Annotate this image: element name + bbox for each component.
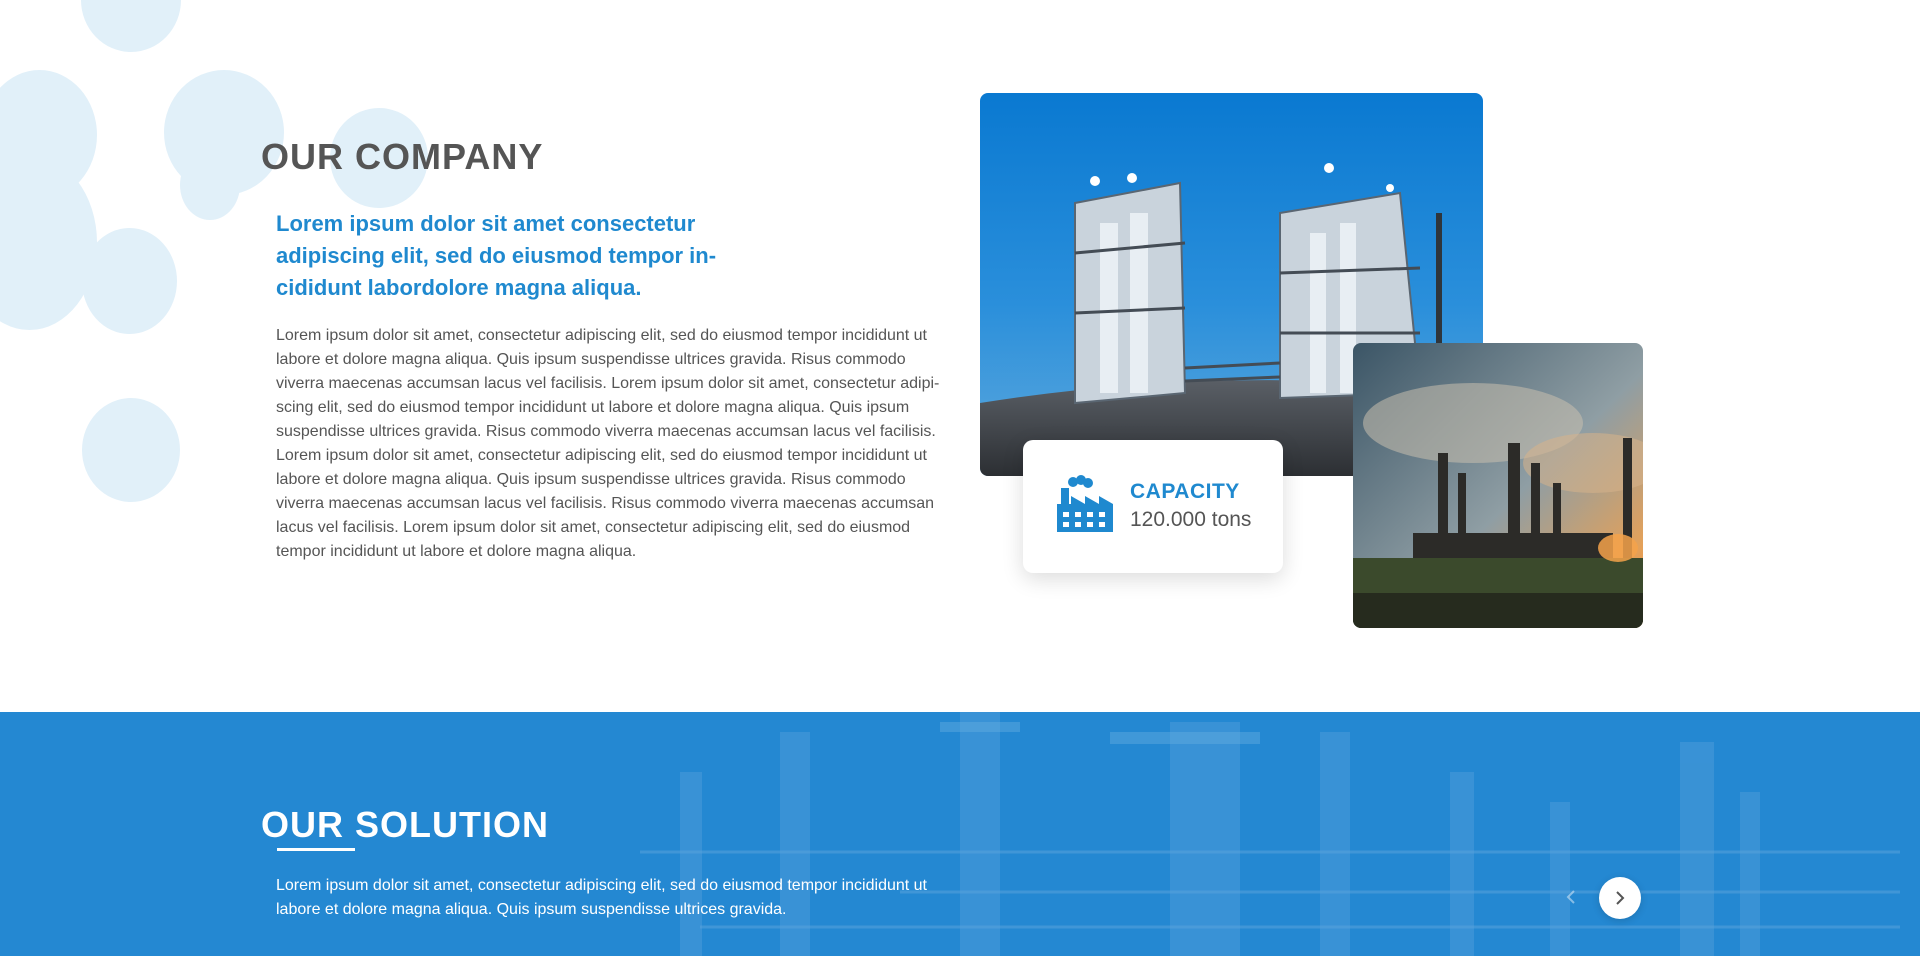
company-title: OUR COMPANY	[261, 136, 544, 177]
solution-text: Lorem ipsum dolor sit amet, consectetur …	[276, 877, 927, 918]
solution-section: OUR SOLUTION Lorem ipsum dolor sit amet,…	[0, 712, 1920, 956]
capacity-card: CAPACITY 120.000 tons	[1023, 440, 1283, 573]
company-body-text: Lorem ipsum dolor sit amet, consectetur …	[276, 327, 940, 560]
carousel-prev-button[interactable]	[1556, 882, 1586, 912]
refinery-sunset-photo	[1353, 343, 1643, 628]
capacity-value: 120.000 tons	[1130, 508, 1252, 531]
solution-title: OUR SOLUTION	[261, 804, 549, 845]
title-underline	[277, 848, 355, 851]
chevron-left-icon	[1566, 890, 1575, 904]
carousel-next-button[interactable]	[1599, 877, 1641, 919]
company-lead-text: Lorem ipsum dolor sit amet consectetur a…	[276, 211, 717, 300]
company-section: OUR COMPANY Lorem ipsum dolor sit amet c…	[0, 0, 1920, 712]
capacity-label: CAPACITY	[1130, 480, 1240, 503]
factory-icon	[1057, 475, 1113, 532]
chevron-right-icon	[1616, 891, 1625, 905]
